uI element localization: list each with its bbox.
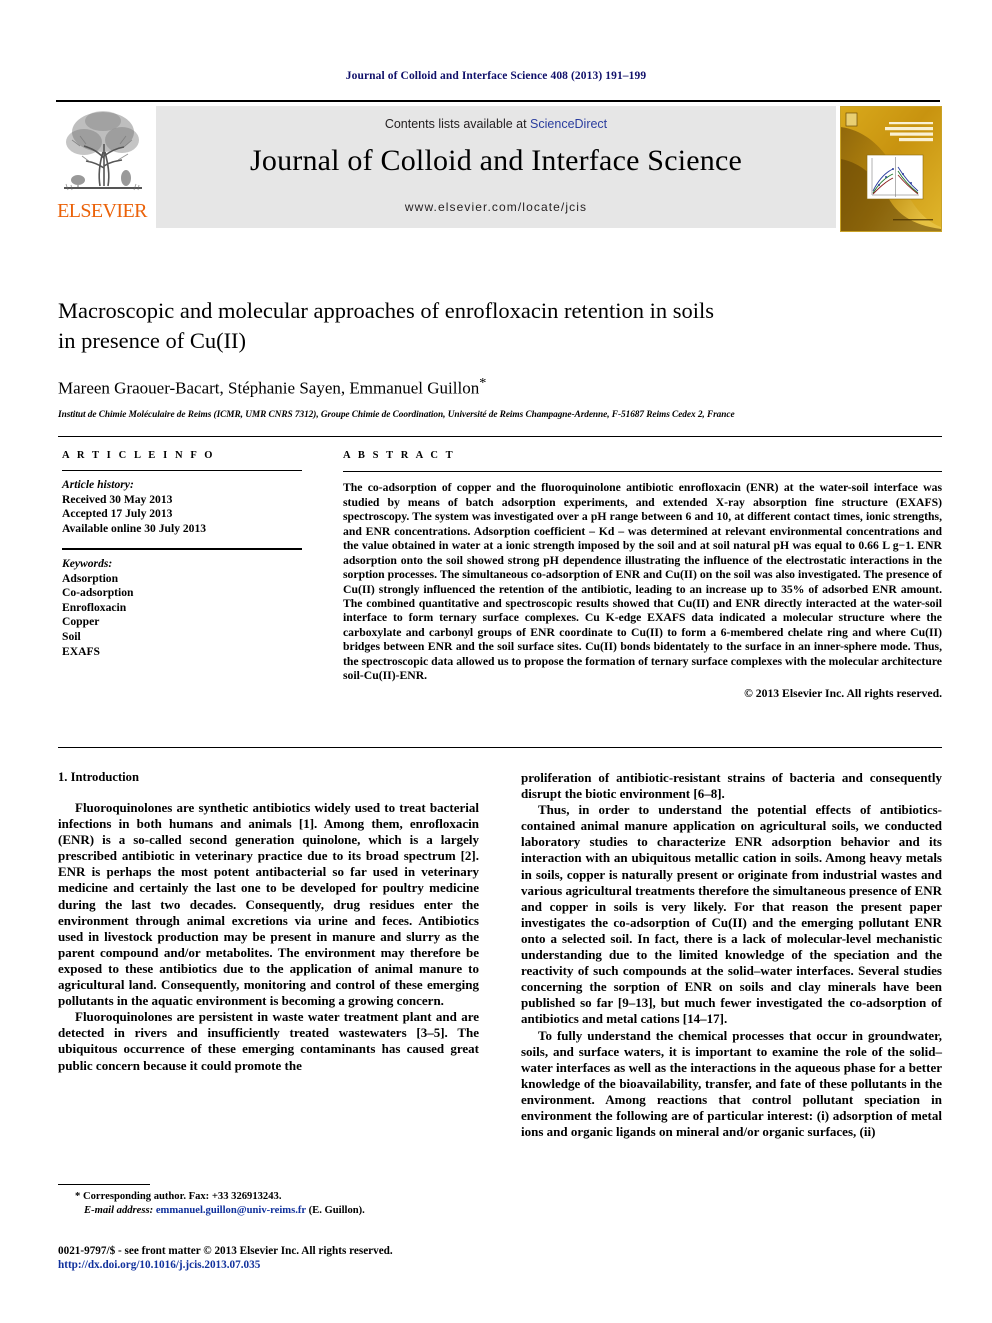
article-history-label: Article history:	[62, 478, 134, 491]
journal-title: Journal of Colloid and Interface Science	[250, 144, 742, 177]
corresponding-author-marker: *	[479, 375, 487, 391]
section-heading-introduction: 1. Introduction	[58, 770, 139, 784]
abstract-text: The co-adsorption of copper and the fluo…	[343, 481, 942, 683]
authors-text: Mareen Graouer-Bacart, Stéphanie Sayen, …	[58, 378, 480, 398]
history-received: Received 30 May 2013	[62, 492, 173, 506]
paragraph: Fluoroquinolones are persistent in waste…	[58, 1009, 479, 1073]
imprint-block: 0021-9797/$ - see front matter © 2013 El…	[58, 1244, 488, 1272]
keywords-rule	[62, 548, 302, 550]
info-abstract-bottom-rule	[58, 747, 942, 748]
keyword-item: Copper	[62, 615, 100, 629]
email-note: E-mail address: emmanuel.guillon@univ-re…	[58, 1204, 488, 1218]
abstract-rule	[343, 471, 942, 473]
keyword-item: Soil	[62, 629, 81, 643]
page-title: Macroscopic and molecular approaches of …	[58, 296, 942, 356]
title-block: Macroscopic and molecular approaches of …	[58, 296, 942, 421]
elsevier-tree-icon	[60, 106, 146, 198]
running-head: Journal of Colloid and Interface Science…	[345, 70, 647, 82]
history-accepted: Accepted 17 July 2013	[62, 507, 173, 521]
title-line-1: Macroscopic and molecular approaches of …	[58, 298, 715, 323]
masthead-top-rule	[56, 100, 940, 102]
journal-cover-thumbnail[interactable]	[840, 106, 942, 232]
article-page: Journal of Colloid and Interface Science…	[0, 0, 992, 1323]
right-column: proliferation of antibiotic-resistant st…	[521, 770, 942, 1140]
footnote-rule	[58, 1184, 150, 1185]
masthead-band: Contents lists available at ScienceDirec…	[156, 106, 836, 228]
abstract-heading: A B S T R A C T	[343, 450, 456, 461]
corresponding-author-note: * Corresponding author. Fax: +33 3269132…	[58, 1190, 488, 1204]
keyword-item: Adsorption	[62, 571, 119, 585]
keyword-item: Enrofloxacin	[62, 600, 127, 614]
elsevier-logo: ELSEVIER	[56, 106, 148, 228]
left-column: 1. Introduction Fluoroquinolones are syn…	[58, 770, 479, 1074]
keywords-label: Keywords:	[62, 556, 113, 570]
paragraph: proliferation of antibiotic-resistant st…	[521, 770, 942, 802]
email-label: E-mail address:	[84, 1204, 154, 1216]
keyword-item: Co-adsorption	[62, 586, 134, 600]
journal-masthead: ELSEVIER Contents lists available at Sci…	[56, 100, 942, 234]
title-line-2: in presence of Cu(II)	[58, 328, 247, 353]
paragraph: Thus, in order to understand the potenti…	[521, 802, 942, 1027]
abstract-column: A B S T R A C T The co-adsorption of cop…	[343, 450, 942, 700]
email-link[interactable]: emmanuel.guillon@univ-reims.fr	[156, 1205, 306, 1216]
corresponding-marker: *	[75, 1191, 81, 1202]
keyword-item: EXAFS	[62, 644, 101, 658]
keyword-list: Keywords: Adsorption Co-adsorption Enrof…	[62, 557, 302, 659]
elsevier-wordmark: ELSEVIER	[57, 200, 147, 222]
info-abstract-top-rule	[58, 436, 942, 437]
corresponding-text: Corresponding author. Fax: +33 326913243…	[82, 1191, 282, 1202]
article-info-column: A R T I C L E I N F O Article history: R…	[62, 450, 302, 659]
email-suffix: (E. Guillon).	[308, 1204, 365, 1216]
sciencedirect-link[interactable]: ScienceDirect	[530, 117, 607, 131]
journal-homepage-url[interactable]: www.elsevier.com/locate/jcis	[156, 200, 836, 214]
footnote-block: * Corresponding author. Fax: +33 3269132…	[58, 1190, 488, 1217]
affiliation: Institut de Chimie Moléculaire de Reims …	[58, 409, 735, 420]
article-history: Article history: Received 30 May 2013 Ac…	[62, 478, 302, 536]
contents-list-line: Contents lists available at ScienceDirec…	[156, 117, 836, 131]
issn-copyright-line: 0021-9797/$ - see front matter © 2013 El…	[58, 1245, 393, 1257]
article-info-heading: A R T I C L E I N F O	[62, 450, 216, 461]
abstract-copyright: © 2013 Elsevier Inc. All rights reserved…	[744, 686, 942, 700]
article-info-rule	[62, 470, 302, 471]
contents-prefix: Contents lists available at	[384, 117, 531, 131]
paragraph: To fully understand the chemical process…	[521, 1027, 942, 1140]
doi-link[interactable]: http://dx.doi.org/10.1016/j.jcis.2013.07…	[58, 1258, 488, 1272]
history-online: Available online 30 July 2013	[62, 521, 207, 535]
author-list: Mareen Graouer-Bacart, Stéphanie Sayen, …	[58, 372, 942, 400]
paragraph: Fluoroquinolones are synthetic antibioti…	[58, 800, 479, 1009]
